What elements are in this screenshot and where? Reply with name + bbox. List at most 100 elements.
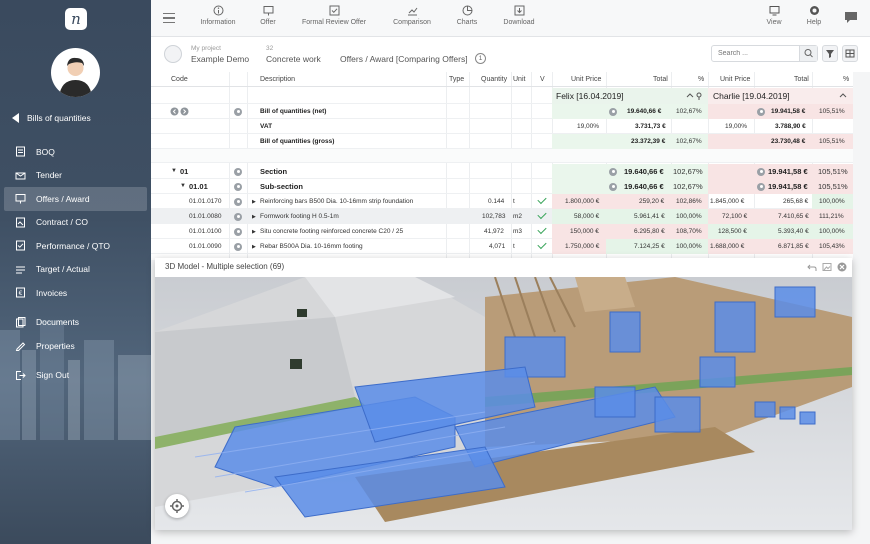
felix-unit-price: 1.750,000 € — [565, 243, 600, 250]
charlie-total: 265,68 € — [783, 198, 809, 205]
back-label: Bills of quantities — [27, 113, 91, 123]
expand-icon[interactable]: ▶ — [252, 214, 256, 220]
close-icon[interactable] — [837, 262, 847, 272]
felix-unit-price: 150,000 € — [570, 228, 599, 235]
subsection-code: 01.01 — [189, 182, 208, 191]
formal-review-offer-button[interactable]: Formal Review Offer — [297, 5, 371, 26]
help-button[interactable]: Help — [802, 5, 826, 26]
hamburger-menu-icon[interactable] — [163, 13, 175, 23]
subsection-row[interactable]: ▼ 01.01 Sub-section 19.640,66 € 102,67% … — [151, 179, 853, 194]
table-row[interactable]: 01.01.0080 ▶ Formwork footing H 0.5-1m 1… — [151, 209, 853, 224]
sidebar-item-invoices[interactable]: € Invoices — [4, 281, 147, 305]
bidder-felix-icons[interactable] — [686, 92, 704, 100]
row-settings-icon[interactable] — [757, 107, 765, 116]
summary-row-vat[interactable]: VAT 19,00% 3.731,73 € 19,00% 3.788,90 € — [151, 119, 853, 134]
collapse-icon[interactable]: ▼ — [171, 168, 177, 174]
offer-icon — [263, 6, 273, 16]
sidebar-item-tender[interactable]: Tender — [4, 164, 147, 188]
summary-label: Bill of quantities (gross) — [260, 138, 335, 145]
row-settings-icon[interactable] — [234, 182, 242, 191]
expand-icon[interactable]: ▶ — [252, 199, 256, 205]
col-charlie-unit-price[interactable]: Unit Price — [720, 76, 750, 83]
col-charlie-total[interactable]: Total — [794, 76, 809, 83]
col-felix-unit-price[interactable]: Unit Price — [571, 76, 601, 83]
charlie-gross-total: 23.730,48 € — [771, 138, 806, 145]
table-row[interactable]: 01.01.0170 ▶ Reinforcing bars B500 Dia. … — [151, 194, 853, 209]
row-settings-icon[interactable] — [234, 197, 242, 206]
bidder-charlie[interactable]: Charlie [19.04.2019] — [713, 91, 790, 101]
table-header: Code Description Type Quantity Unit V Un… — [151, 72, 853, 87]
charlie-net-percent: 105,51% — [819, 108, 845, 115]
col-type[interactable]: Type — [449, 76, 464, 83]
bidder-charlie-icons[interactable] — [839, 92, 849, 100]
grid-layout-button[interactable] — [842, 45, 858, 62]
col-charlie-percent[interactable]: % — [843, 76, 849, 83]
summary-row-net[interactable]: Bill of quantities (net) 19.640,66 € 102… — [151, 104, 853, 119]
search-box — [711, 45, 818, 62]
charts-button[interactable]: Charts — [451, 5, 483, 26]
search-input[interactable] — [712, 46, 796, 61]
info-count-badge[interactable]: 1 — [475, 53, 486, 64]
documents-icon — [16, 316, 26, 328]
row-settings-icon[interactable] — [234, 107, 242, 116]
sidebar-item-properties[interactable]: Properties — [4, 334, 147, 358]
download-button[interactable]: Download — [499, 5, 539, 26]
col-description[interactable]: Description — [260, 76, 295, 83]
3d-model-viewport[interactable] — [155, 277, 852, 530]
comparison-button[interactable]: Comparison — [389, 5, 435, 26]
information-button[interactable]: Information — [199, 5, 237, 26]
col-quantity[interactable]: Quantity — [481, 76, 507, 83]
row-settings-icon[interactable] — [234, 242, 242, 251]
row-settings-icon[interactable] — [609, 167, 617, 176]
felix-total: 7.124,25 € — [634, 243, 665, 250]
row-settings-icon[interactable] — [234, 167, 242, 176]
col-v[interactable]: V — [540, 76, 545, 83]
table-row[interactable]: 01.01.0100 ▶ Situ concrete footing reinf… — [151, 224, 853, 239]
undo-icon[interactable] — [807, 262, 817, 272]
bidder-felix[interactable]: Felix [16.04.2019] — [556, 91, 624, 101]
avatar[interactable] — [51, 48, 100, 97]
sidebar-item-performance-qto[interactable]: Performance / QTO — [4, 234, 147, 258]
view-button[interactable]: View — [761, 5, 787, 26]
row-settings-icon[interactable] — [234, 212, 242, 221]
back-to-bills-of-quantities[interactable]: Bills of quantities — [12, 113, 91, 123]
row-settings-icon[interactable] — [609, 107, 617, 116]
row-settings-icon[interactable] — [757, 182, 765, 191]
row-description: Situ concrete footing reinforced concret… — [260, 228, 404, 235]
breadcrumb-project[interactable]: Example Demo — [191, 54, 249, 64]
pagination-arrows-icon[interactable] — [170, 107, 190, 116]
chat-icon[interactable] — [844, 11, 858, 24]
spacer-row — [151, 149, 853, 163]
help-icon — [809, 6, 819, 15]
page-title: Offers / Award [Comparing Offers] — [340, 54, 468, 64]
sidebar-item-sign-out[interactable]: Sign Out — [4, 364, 147, 388]
col-felix-percent[interactable]: % — [698, 76, 704, 83]
offer-button[interactable]: Offer — [253, 5, 283, 26]
col-felix-total[interactable]: Total — [653, 76, 668, 83]
help-label: Help — [806, 19, 822, 26]
row-settings-icon[interactable] — [234, 227, 242, 236]
col-code[interactable]: Code — [171, 76, 188, 83]
app-logo[interactable]: n — [65, 8, 87, 30]
comparison-label: Comparison — [393, 19, 431, 26]
sidebar-item-documents[interactable]: Documents — [4, 311, 147, 335]
table-row[interactable]: 01.01.0090 ▶ Rebar B500A Dia. 10-16mm fo… — [151, 239, 853, 254]
viewer-settings-button[interactable] — [165, 494, 189, 518]
row-settings-icon[interactable] — [757, 167, 765, 176]
expand-icon[interactable]: ▶ — [252, 244, 256, 250]
filter-button[interactable] — [822, 45, 838, 62]
summary-row-gross[interactable]: Bill of quantities (gross) 23.372,39 € 1… — [151, 134, 853, 149]
row-settings-icon[interactable] — [609, 182, 617, 191]
image-icon[interactable] — [822, 262, 832, 272]
sidebar-item-offers-award[interactable]: Offers / Award — [4, 187, 147, 211]
sidebar-item-target-actual[interactable]: Target / Actual — [4, 258, 147, 282]
search-button[interactable] — [799, 46, 817, 61]
sidebar-item-contract-co[interactable]: Contract / CO — [4, 211, 147, 235]
collapse-icon[interactable]: ▼ — [180, 183, 186, 189]
charlie-percent: 105,43% — [819, 243, 845, 250]
expand-icon[interactable]: ▶ — [252, 229, 256, 235]
sidebar-item-boq[interactable]: BOQ — [4, 140, 147, 164]
col-unit[interactable]: Unit — [513, 76, 525, 83]
section-row[interactable]: ▼ 01 Section 19.640,66 € 102,67% 19.941,… — [151, 164, 853, 179]
breadcrumb-boq[interactable]: Concrete work — [266, 54, 321, 64]
